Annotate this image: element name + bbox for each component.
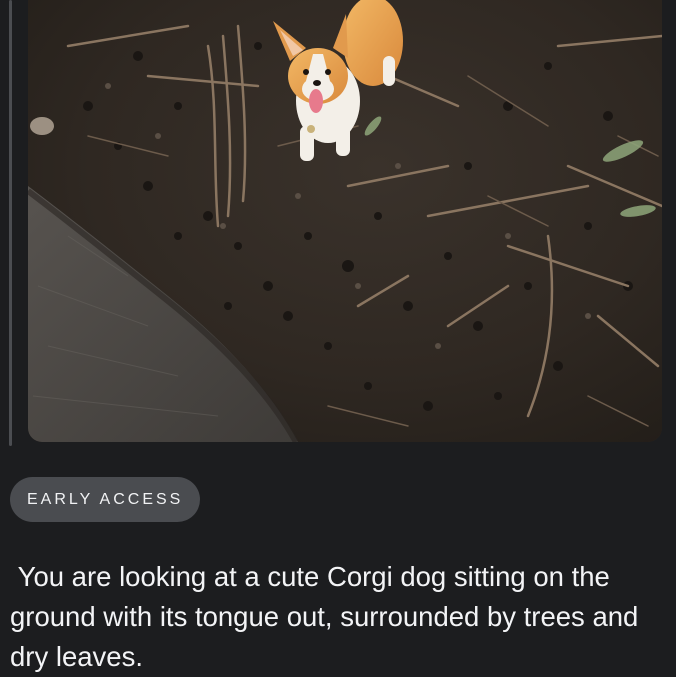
badge-label: EARLY ACCESS (27, 490, 184, 508)
chat-message-view: EARLY ACCESS You are looking at a cute C… (0, 0, 676, 677)
message-photo[interactable] (28, 0, 662, 442)
early-access-badge: EARLY ACCESS (10, 477, 201, 522)
ai-response-text: You are looking at a cute Corgi dog sitt… (10, 561, 646, 672)
thread-rail (9, 0, 12, 446)
corgi-photo-image (28, 0, 662, 442)
